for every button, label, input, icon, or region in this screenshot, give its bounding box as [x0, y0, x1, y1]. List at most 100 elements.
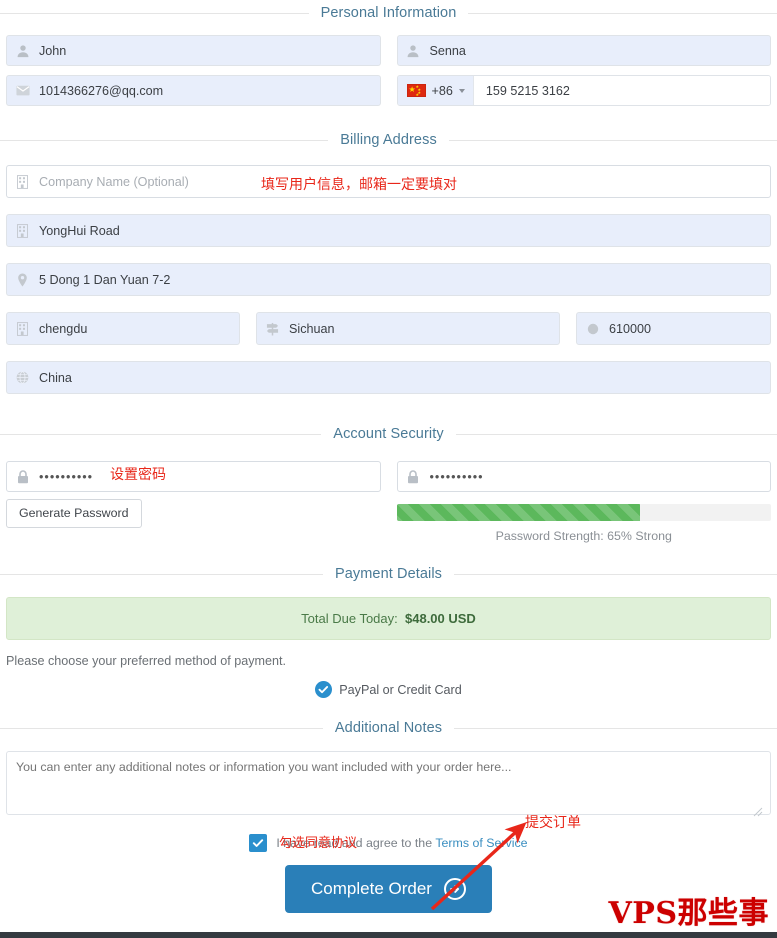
- country-code-value: +86: [431, 83, 453, 98]
- payment-method-label: PayPal or Credit Card: [339, 682, 462, 697]
- phone-col: ★ ★ ★ ★ ★ +86 159 5215 3162: [396, 75, 771, 106]
- page-footer-bar: [0, 932, 777, 938]
- state-col: Sichuan: [256, 312, 560, 345]
- address2-col: 5 Dong 1 Dan Yuan 7-2: [6, 263, 771, 296]
- section-header-account-security: Account Security: [0, 421, 777, 447]
- section-header-personal-information: Personal Information: [0, 0, 777, 26]
- city-value: chengdu: [39, 321, 88, 336]
- watermark-vps: VPS那些事: [608, 896, 769, 931]
- lock-icon: [15, 469, 30, 484]
- generate-password-button[interactable]: Generate Password: [6, 499, 142, 528]
- phone-number-value: 159 5215 3162: [473, 76, 770, 105]
- building-icon: [15, 174, 30, 189]
- last-name-value: Senna: [429, 43, 466, 58]
- city-col: chengdu: [6, 312, 240, 345]
- section-title-billing: Billing Address: [328, 127, 449, 153]
- address-line-1-input[interactable]: YongHui Road: [6, 214, 771, 247]
- first-name-col: John: [6, 35, 381, 66]
- country-code-selector[interactable]: ★ ★ ★ ★ ★ +86: [397, 76, 474, 105]
- terms-label: I have read and agree to the Terms of Se…: [276, 836, 527, 850]
- terms-of-service-link[interactable]: Terms of Service: [435, 836, 527, 850]
- order-form: Personal Information John Senna 10143662…: [0, 0, 777, 913]
- generate-password-col: Generate Password: [6, 499, 381, 528]
- confirm-password-col: ••••••••••: [396, 461, 771, 492]
- section-header-payment-details: Payment Details: [0, 561, 777, 587]
- checkout-page: Personal Information John Senna 10143662…: [0, 0, 777, 938]
- section-header-billing-address: Billing Address: [0, 127, 777, 153]
- phone-input-group[interactable]: ★ ★ ★ ★ ★ +86 159 5215 3162: [396, 75, 771, 106]
- company-name-input[interactable]: Company Name (Optional): [6, 165, 771, 198]
- confirm-password-value: ••••••••••: [429, 469, 484, 484]
- state-value: Sichuan: [289, 321, 335, 336]
- country-select[interactable]: China: [6, 361, 771, 394]
- user-icon: [15, 43, 30, 58]
- section-title-payment: Payment Details: [322, 561, 455, 587]
- row-name: John Senna: [0, 35, 777, 66]
- password-strength-label: Password Strength: 65% Strong: [495, 529, 672, 543]
- email-col: 1014366276@qq.com: [6, 75, 381, 106]
- state-input[interactable]: Sichuan: [256, 312, 560, 345]
- postcode-input[interactable]: 610000: [576, 312, 771, 345]
- row-address1: YongHui Road: [0, 214, 777, 247]
- section-title-notes: Additional Notes: [322, 715, 455, 741]
- user-icon: [406, 43, 421, 58]
- map-marker-icon: [15, 272, 30, 287]
- row-address2: 5 Dong 1 Dan Yuan 7-2: [0, 263, 777, 296]
- terms-prefix: I have read and agree to the: [276, 836, 436, 850]
- password-strength-bar: [396, 504, 771, 521]
- password-strength-fill: [396, 504, 640, 521]
- password-strength-col: Password Strength: 65% Strong: [396, 499, 771, 543]
- section-header-additional-notes: Additional Notes: [0, 715, 777, 741]
- country-value: China: [39, 370, 72, 385]
- company-col: Company Name (Optional): [6, 165, 771, 198]
- address1-col: YongHui Road: [6, 214, 771, 247]
- arrow-right-icon: [443, 878, 466, 900]
- address-line-2-value: 5 Dong 1 Dan Yuan 7-2: [39, 272, 171, 287]
- password-col: ••••••••••: [6, 461, 381, 492]
- first-name-value: John: [39, 43, 67, 58]
- lock-icon: [406, 469, 421, 484]
- email-input[interactable]: 1014366276@qq.com: [6, 75, 381, 106]
- country-col: China: [6, 361, 771, 394]
- row-password-tools: Generate Password Password Strength: 65%…: [0, 499, 777, 543]
- complete-order-label: Complete Order: [311, 879, 432, 898]
- company-name-placeholder: Company Name (Optional): [39, 174, 189, 189]
- additional-notes-textarea[interactable]: [6, 751, 771, 815]
- building-icon: [15, 321, 30, 336]
- postcode-col: 610000: [576, 312, 771, 345]
- section-title-security: Account Security: [321, 421, 456, 447]
- building-icon: [15, 223, 30, 238]
- address-line-2-input[interactable]: 5 Dong 1 Dan Yuan 7-2: [6, 263, 771, 296]
- section-title-personal: Personal Information: [308, 0, 469, 26]
- first-name-input[interactable]: John: [6, 35, 381, 66]
- terms-of-service-row[interactable]: I have read and agree to the Terms of Se…: [0, 834, 777, 852]
- password-input[interactable]: ••••••••••: [6, 461, 381, 492]
- china-flag-icon: ★ ★ ★ ★ ★: [406, 84, 426, 97]
- chevron-down-icon: [458, 88, 465, 93]
- check-circle-icon: [315, 681, 333, 698]
- last-name-input[interactable]: Senna: [396, 35, 771, 66]
- complete-order-button[interactable]: Complete Order: [285, 865, 492, 913]
- password-value: ••••••••••: [39, 469, 94, 484]
- last-name-col: Senna: [396, 35, 771, 66]
- row-city-state-zip: chengdu Sichuan 610000: [0, 312, 777, 345]
- map-signs-icon: [265, 321, 280, 336]
- row-company: Company Name (Optional): [0, 165, 777, 198]
- total-due-banner: Total Due Today: $48.00 USD: [6, 597, 771, 640]
- envelope-icon: [15, 83, 30, 98]
- total-due-amount: $48.00 USD: [405, 611, 476, 626]
- row-contact: 1014366276@qq.com ★ ★ ★ ★ ★ +86 159 5215 316…: [0, 75, 777, 106]
- row-country: China: [0, 361, 777, 394]
- terms-checkbox[interactable]: [249, 834, 268, 852]
- email-value: 1014366276@qq.com: [39, 83, 164, 98]
- payment-method-lead: Please choose your preferred method of p…: [6, 654, 287, 668]
- circle-icon: [585, 321, 600, 336]
- address-line-1-value: YongHui Road: [39, 223, 120, 238]
- payment-method-option-paypal[interactable]: PayPal or Credit Card: [0, 681, 777, 698]
- row-passwords: •••••••••• ••••••••••: [0, 461, 777, 492]
- city-input[interactable]: chengdu: [6, 312, 240, 345]
- postcode-value: 610000: [609, 321, 652, 336]
- total-due-label: Total Due Today:: [301, 611, 398, 626]
- confirm-password-input[interactable]: ••••••••••: [396, 461, 771, 492]
- globe-icon: [15, 370, 30, 385]
